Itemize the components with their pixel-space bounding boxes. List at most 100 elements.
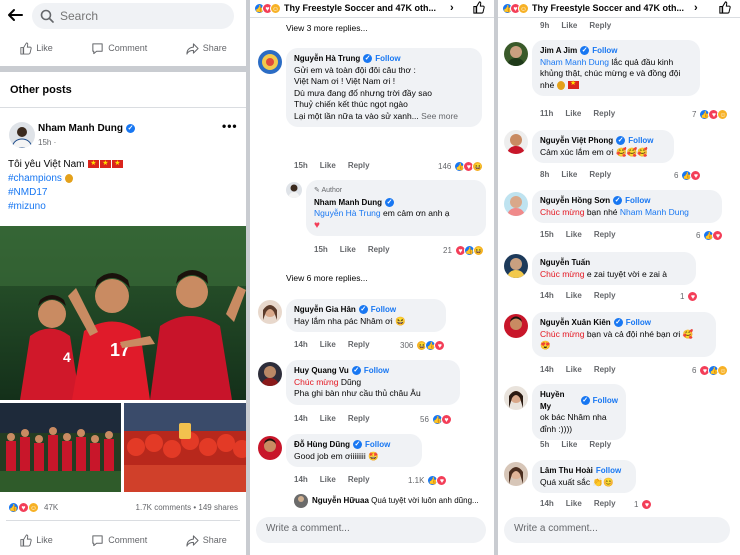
avatar[interactable] <box>258 50 282 74</box>
comment-reply-link[interactable]: Reply <box>594 230 616 239</box>
comment-reactions[interactable]: 1 ♥ <box>680 291 699 302</box>
comment-reactions[interactable]: 146 👍 ♥ 😆 <box>438 161 484 172</box>
comment-author[interactable]: Đỗ Hùng Dũng ✓ Follow <box>294 439 414 451</box>
follow-button[interactable]: Follow <box>596 465 621 477</box>
post-reactions[interactable]: 👍 ♥ ☺ 47K <box>8 502 58 513</box>
avatar[interactable] <box>286 182 302 198</box>
comment-like-link[interactable]: Like <box>561 21 577 30</box>
comment-like-link[interactable]: Like <box>340 245 356 254</box>
avatar[interactable] <box>504 462 528 486</box>
mention-link[interactable]: Chúc mừng <box>294 377 338 387</box>
comment-reactions[interactable]: 6 👍 ♥ <box>674 170 702 181</box>
comment-author[interactable]: Huyền My ✓ Follow <box>540 389 618 412</box>
comment-like-link[interactable]: Like <box>566 499 582 508</box>
comment-like-link[interactable]: Like <box>320 414 336 423</box>
reactors-title[interactable]: Thy Freestyle Soccer and 47K oth... <box>284 3 436 13</box>
back-arrow-icon[interactable] <box>6 6 26 26</box>
hashtag-text[interactable]: #champions <box>8 173 62 184</box>
post-photo-team-celebration[interactable] <box>0 403 121 492</box>
comment-like-link[interactable]: Like <box>566 365 582 374</box>
see-more-link[interactable]: See more <box>421 111 458 121</box>
comment-reply-link[interactable]: Reply <box>593 109 615 118</box>
comment-reply-link[interactable]: Reply <box>589 21 611 30</box>
thumbs-up-icon[interactable] <box>718 1 731 14</box>
avatar[interactable] <box>258 362 282 386</box>
avatar[interactable] <box>504 314 528 338</box>
mention-link[interactable]: Chúc mừng <box>540 329 584 339</box>
avatar[interactable] <box>504 130 528 154</box>
reactors-title[interactable]: Thy Freestyle Soccer and 47K oth... <box>532 3 684 13</box>
comment-reactions[interactable]: 1 ♥ <box>634 499 653 510</box>
share-count[interactable]: 149 shares <box>198 503 238 512</box>
follow-button[interactable]: Follow <box>593 395 618 407</box>
comment-author-name[interactable]: Nguyễn Hồng Sơn <box>540 195 610 207</box>
comment-author-name[interactable]: Nguyễn Hà Trung <box>294 53 360 65</box>
share-button[interactable]: Share <box>186 534 227 547</box>
comment-author[interactable]: Nguyễn Xuân Kiên ✓ Follow <box>540 317 708 329</box>
comment-author[interactable]: Lâm Thu Hoài Follow <box>540 465 628 477</box>
comment-like-link[interactable]: Like <box>320 161 336 170</box>
follow-button[interactable]: Follow <box>365 439 390 451</box>
mention-link[interactable]: Nham Manh Dung <box>540 57 609 67</box>
avatar[interactable] <box>258 300 282 324</box>
comment-reply-link[interactable]: Reply <box>368 245 390 254</box>
comment-author[interactable]: Nguyễn Việt Phong ✓ Follow <box>540 135 666 147</box>
mention-link[interactable]: Nguyễn Hà Trung <box>314 208 381 218</box>
comment-button[interactable]: Comment <box>91 42 147 55</box>
comment-reactions[interactable]: 56 👍 ♥ <box>420 414 452 425</box>
comment-reply-link[interactable]: Reply <box>348 161 370 170</box>
search-input[interactable] <box>60 9 220 23</box>
comment-reactions[interactable]: 1.1K 👍 ♥ <box>408 475 448 486</box>
mention-link[interactable]: Chúc mừng <box>540 269 584 279</box>
write-comment-input[interactable]: Write a comment... <box>504 517 730 543</box>
comment-author-name[interactable]: Jim A Jim <box>540 45 577 57</box>
post-author[interactable]: Nham Manh Dung ✓ <box>38 123 135 134</box>
chevron-right-icon[interactable]: › <box>694 2 698 14</box>
comment-author[interactable]: Jim A Jim ✓ Follow <box>540 45 692 57</box>
comment-author[interactable]: Nguyễn Tuấn <box>540 257 688 269</box>
avatar[interactable] <box>258 436 282 460</box>
comment-reply-link[interactable]: Reply <box>348 414 370 423</box>
view-more-replies[interactable]: View 6 more replies... <box>286 273 368 283</box>
comment-reply-link[interactable]: Reply <box>348 340 370 349</box>
comment-author-name[interactable]: Nguyễn Gia Hân <box>294 304 356 316</box>
comment-author-name[interactable]: Lâm Thu Hoài <box>540 465 593 477</box>
hashtag-nmd17[interactable]: #NMD17 <box>8 186 123 200</box>
follow-button[interactable]: Follow <box>628 135 653 147</box>
comment-reply-link[interactable]: Reply <box>589 170 611 179</box>
comment-like-link[interactable]: Like <box>561 170 577 179</box>
comment-button[interactable]: Comment <box>91 534 147 547</box>
comment-author[interactable]: Nguyễn Hà Trung ✓ Follow <box>294 53 474 65</box>
post-photo-main[interactable]: 4 17 <box>0 226 246 400</box>
like-button[interactable]: Like <box>19 533 53 547</box>
comment-reply-link[interactable]: Reply <box>594 365 616 374</box>
comment-author[interactable]: Huy Quang Vu ✓ Follow <box>294 365 452 377</box>
header-reactions[interactable]: 👍 ♥ ☺ <box>502 2 529 14</box>
comment-author-name[interactable]: Nguyễn Tuấn <box>540 257 590 269</box>
comment-like-link[interactable]: Like <box>320 475 336 484</box>
avatar[interactable] <box>504 192 528 216</box>
follow-button[interactable]: Follow <box>375 53 400 65</box>
follow-button[interactable]: Follow <box>625 195 650 207</box>
comment-like-link[interactable]: Like <box>566 291 582 300</box>
chevron-right-icon[interactable]: › <box>450 2 454 14</box>
comment-like-link[interactable]: Like <box>565 109 581 118</box>
collapsed-reply[interactable]: Nguyễn Hữuaa Quá tuyệt vời luôn anh dũng… <box>312 496 479 505</box>
comment-count[interactable]: 1.7K comments <box>136 503 192 512</box>
comment-reply-link[interactable]: Reply <box>589 440 611 449</box>
avatar[interactable] <box>504 42 528 66</box>
comment-author-name[interactable]: Đỗ Hùng Dũng <box>294 439 350 451</box>
avatar[interactable] <box>504 254 528 278</box>
comment-like-link[interactable]: Like <box>320 340 336 349</box>
post-author-name[interactable]: Nham Manh Dung <box>38 123 123 134</box>
comment-author[interactable]: Nguyễn Hồng Sơn ✓ Follow <box>540 195 714 207</box>
avatar[interactable] <box>9 122 35 148</box>
comment-reactions[interactable]: 6 👍 ♥ <box>696 230 724 241</box>
like-button[interactable]: Like <box>19 41 53 55</box>
post-stats[interactable]: 1.7K comments • 149 shares <box>136 503 238 512</box>
header-reactions[interactable]: 👍 ♥ ☺ <box>254 2 281 14</box>
post-avatar-wrap[interactable] <box>9 122 35 148</box>
comment-author-name[interactable]: Nham Manh Dung <box>314 197 382 209</box>
comment-reactions[interactable]: 6 ♥ 👍 ☺ <box>692 365 729 376</box>
write-comment-input[interactable]: Write a comment... <box>256 517 486 543</box>
